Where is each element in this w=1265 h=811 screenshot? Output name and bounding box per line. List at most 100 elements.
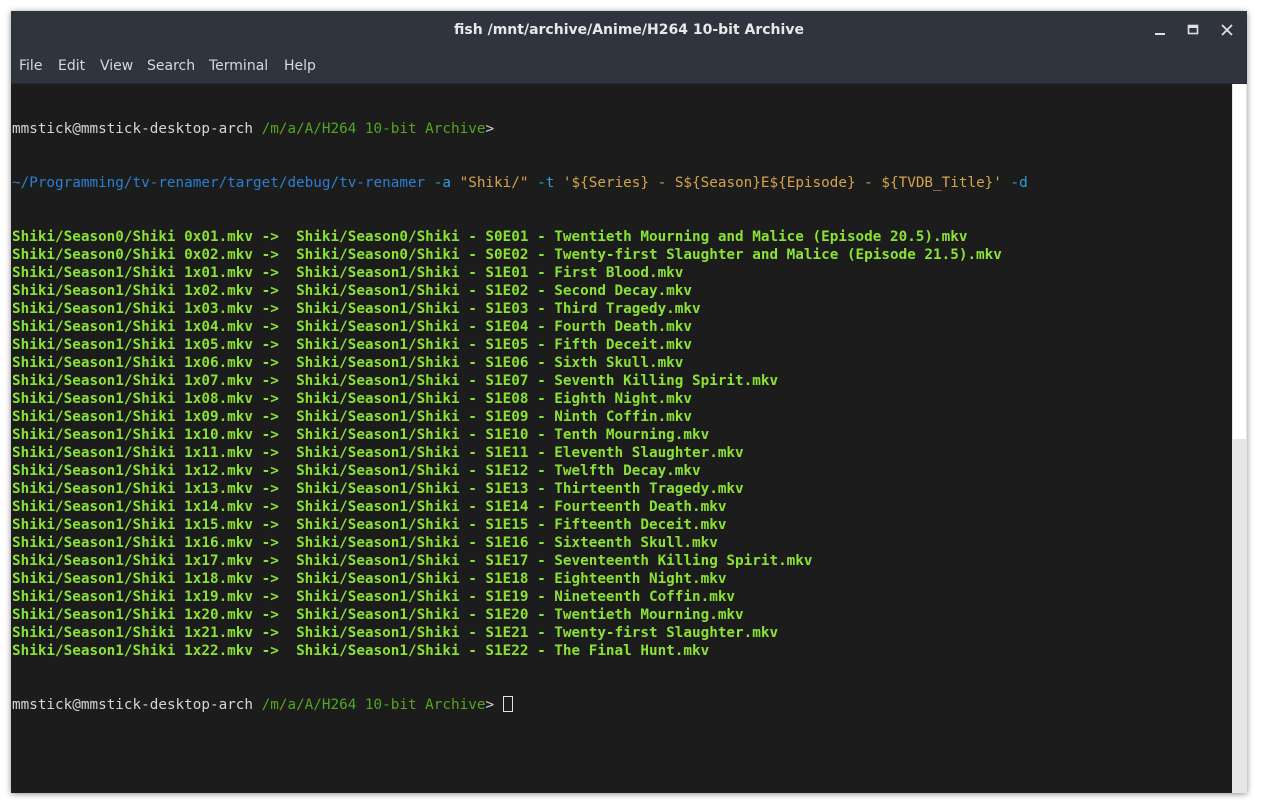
prompt-cwd: /m/a/A/H264 10-bit Archive — [261, 121, 486, 137]
source-file: Shiki/Season1/Shiki 1x18.mkv — [12, 571, 254, 587]
target-file: Shiki/Season0/Shiki - S0E01 - Twentieth … — [296, 229, 968, 245]
output-row: Shiki/Season1/Shiki 1x02.mkv -> Shiki/Se… — [12, 282, 1028, 300]
prompt-line: mmstick@mmstick-desktop-arch /m/a/A/H264… — [12, 120, 1028, 138]
prompt-symbol: > — [485, 121, 495, 137]
source-file: Shiki/Season1/Shiki 1x07.mkv — [12, 373, 254, 389]
target-file: Shiki/Season1/Shiki - S1E11 - Eleventh S… — [296, 445, 744, 461]
rename-arrow: -> — [261, 373, 279, 389]
command-flag-d: -d — [1010, 175, 1028, 191]
rename-arrow: -> — [261, 481, 279, 497]
output-row: Shiki/Season1/Shiki 1x18.mkv -> Shiki/Se… — [12, 570, 1028, 588]
source-file: Shiki/Season1/Shiki 1x09.mkv — [12, 409, 254, 425]
target-file: Shiki/Season0/Shiki - S0E02 - Twenty-fir… — [296, 247, 1002, 263]
rename-arrow: -> — [261, 535, 279, 551]
target-file: Shiki/Season1/Shiki - S1E21 - Twenty-fir… — [296, 625, 779, 641]
target-file: Shiki/Season1/Shiki - S1E20 - Twentieth … — [296, 607, 744, 623]
source-file: Shiki/Season1/Shiki 1x01.mkv — [12, 265, 254, 281]
prompt-at: @ — [72, 121, 81, 137]
close-icon — [1221, 24, 1233, 36]
source-file: Shiki/Season1/Shiki 1x06.mkv — [12, 355, 254, 371]
rename-arrow: -> — [261, 463, 279, 479]
rename-arrow: -> — [261, 337, 279, 353]
rename-arrow: -> — [261, 265, 279, 281]
output-row: Shiki/Season0/Shiki 0x01.mkv -> Shiki/Se… — [12, 228, 1028, 246]
menu-terminal[interactable]: Terminal — [209, 50, 268, 83]
target-file: Shiki/Season1/Shiki - S1E07 - Seventh Ki… — [296, 373, 779, 389]
menu-file[interactable]: File — [19, 50, 42, 83]
command-arg-a: "Shiki/" — [459, 175, 529, 191]
output-row: Shiki/Season1/Shiki 1x08.mkv -> Shiki/Se… — [12, 390, 1028, 408]
target-file: Shiki/Season1/Shiki - S1E06 - Sixth Skul… — [296, 355, 684, 371]
source-file: Shiki/Season1/Shiki 1x03.mkv — [12, 301, 254, 317]
output-row: Shiki/Season1/Shiki 1x16.mkv -> Shiki/Se… — [12, 534, 1028, 552]
output-row: Shiki/Season1/Shiki 1x06.mkv -> Shiki/Se… — [12, 354, 1028, 372]
rename-arrow: -> — [261, 499, 279, 515]
output-row: Shiki/Season1/Shiki 1x12.mkv -> Shiki/Se… — [12, 462, 1028, 480]
rename-output: Shiki/Season0/Shiki 0x01.mkv -> Shiki/Se… — [12, 228, 1028, 660]
command-arg-t: '${Series} - S${Season}E${Episode} - ${T… — [562, 175, 1002, 191]
source-file: Shiki/Season1/Shiki 1x16.mkv — [12, 535, 254, 551]
rename-arrow: -> — [261, 445, 279, 461]
terminal-output[interactable]: mmstick@mmstick-desktop-arch /m/a/A/H264… — [11, 84, 1232, 793]
minimize-button[interactable] — [1149, 19, 1171, 41]
source-file: Shiki/Season1/Shiki 1x11.mkv — [12, 445, 254, 461]
target-file: Shiki/Season1/Shiki - S1E12 - Twelfth De… — [296, 463, 701, 479]
source-file: Shiki/Season0/Shiki 0x01.mkv — [12, 229, 254, 245]
menu-bar: File Edit View Search Terminal Help — [11, 50, 1247, 84]
command-line: ~/Programming/tv-renamer/target/debug/tv… — [12, 174, 1028, 192]
source-file: Shiki/Season1/Shiki 1x14.mkv — [12, 499, 254, 515]
target-file: Shiki/Season1/Shiki - S1E14 - Fourteenth… — [296, 499, 727, 515]
output-row: Shiki/Season1/Shiki 1x01.mkv -> Shiki/Se… — [12, 264, 1028, 282]
rename-arrow: -> — [261, 643, 279, 659]
maximize-icon — [1187, 24, 1199, 35]
command-flag-a: -a — [433, 175, 451, 191]
rename-arrow: -> — [261, 391, 279, 407]
source-file: Shiki/Season1/Shiki 1x15.mkv — [12, 517, 254, 533]
target-file: Shiki/Season1/Shiki - S1E15 - Fifteenth … — [296, 517, 727, 533]
rename-arrow: -> — [261, 319, 279, 335]
menu-help[interactable]: Help — [284, 50, 316, 83]
source-file: Shiki/Season1/Shiki 1x19.mkv — [12, 589, 254, 605]
vertical-scrollbar[interactable] — [1232, 84, 1247, 793]
menu-view[interactable]: View — [100, 50, 133, 83]
source-file: Shiki/Season0/Shiki 0x02.mkv — [12, 247, 254, 263]
prompt-symbol: > — [485, 697, 495, 713]
output-row: Shiki/Season1/Shiki 1x09.mkv -> Shiki/Se… — [12, 408, 1028, 426]
target-file: Shiki/Season1/Shiki - S1E10 - Tenth Mour… — [296, 427, 710, 443]
rename-arrow: -> — [261, 589, 279, 605]
menu-edit[interactable]: Edit — [58, 50, 85, 83]
output-row: Shiki/Season1/Shiki 1x22.mkv -> Shiki/Se… — [12, 642, 1028, 660]
rename-arrow: -> — [261, 517, 279, 533]
target-file: Shiki/Season1/Shiki - S1E22 - The Final … — [296, 643, 710, 659]
source-file: Shiki/Season1/Shiki 1x05.mkv — [12, 337, 254, 353]
source-file: Shiki/Season1/Shiki 1x22.mkv — [12, 643, 254, 659]
source-file: Shiki/Season1/Shiki 1x13.mkv — [12, 481, 254, 497]
prompt-user: mmstick — [12, 697, 73, 713]
rename-arrow: -> — [261, 409, 279, 425]
output-row: Shiki/Season1/Shiki 1x14.mkv -> Shiki/Se… — [12, 498, 1028, 516]
output-row: Shiki/Season1/Shiki 1x11.mkv -> Shiki/Se… — [12, 444, 1028, 462]
target-file: Shiki/Season1/Shiki - S1E01 - First Bloo… — [296, 265, 684, 281]
rename-arrow: -> — [261, 229, 279, 245]
title-bar[interactable]: fish /mnt/archive/Anime/H264 10-bit Arch… — [11, 11, 1247, 50]
output-row: Shiki/Season1/Shiki 1x10.mkv -> Shiki/Se… — [12, 426, 1028, 444]
rename-arrow: -> — [261, 301, 279, 317]
source-file: Shiki/Season1/Shiki 1x02.mkv — [12, 283, 254, 299]
minimize-icon — [1155, 33, 1165, 35]
output-row: Shiki/Season1/Shiki 1x03.mkv -> Shiki/Se… — [12, 300, 1028, 318]
source-file: Shiki/Season1/Shiki 1x21.mkv — [12, 625, 254, 641]
target-file: Shiki/Season1/Shiki - S1E03 - Third Trag… — [296, 301, 701, 317]
close-button[interactable] — [1216, 19, 1238, 41]
scrollbar-thumb[interactable] — [1233, 84, 1246, 439]
maximize-button[interactable] — [1182, 19, 1204, 41]
target-file: Shiki/Season1/Shiki - S1E17 - Seventeent… — [296, 553, 813, 569]
source-file: Shiki/Season1/Shiki 1x04.mkv — [12, 319, 254, 335]
terminal-window: fish /mnt/archive/Anime/H264 10-bit Arch… — [11, 11, 1247, 793]
menu-search[interactable]: Search — [147, 50, 195, 83]
rename-arrow: -> — [261, 355, 279, 371]
prompt-at: @ — [72, 697, 81, 713]
output-row: Shiki/Season1/Shiki 1x19.mkv -> Shiki/Se… — [12, 588, 1028, 606]
prompt-user: mmstick — [12, 121, 73, 137]
target-file: Shiki/Season1/Shiki - S1E05 - Fifth Dece… — [296, 337, 693, 353]
source-file: Shiki/Season1/Shiki 1x20.mkv — [12, 607, 254, 623]
